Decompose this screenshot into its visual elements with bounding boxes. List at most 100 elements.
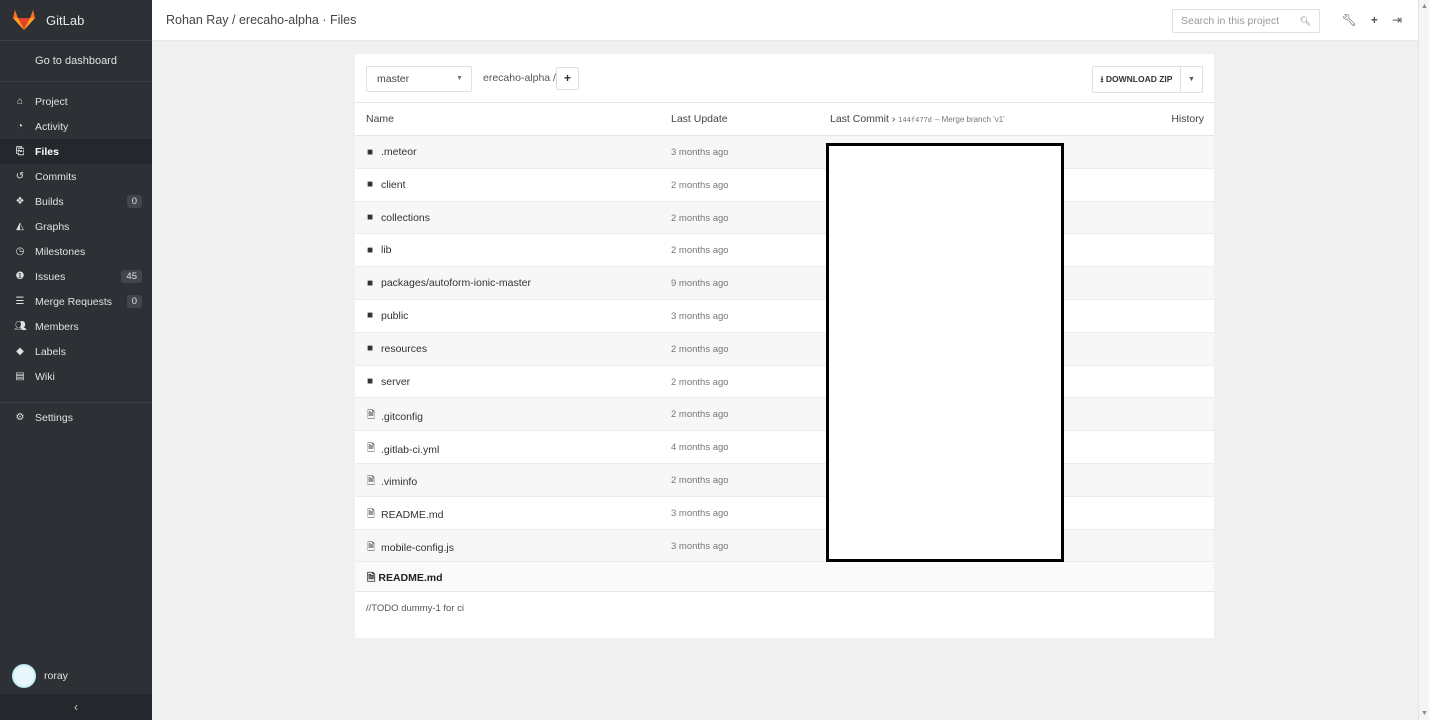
- file-list: ■ .meteor 3 months ago ■ client 2 months ago ■…: [355, 136, 1214, 563]
- sidebar-nav: ⌂ Project ◔ Activity ⎘ Files ↺ Commits ❖ Builds 0 ◭…: [0, 82, 152, 430]
- readme-content: //TODO dummy-1 for ci: [366, 603, 465, 615]
- folder-link[interactable]: ■ lib: [367, 244, 392, 256]
- history-link[interactable]: History: [1171, 113, 1204, 125]
- search-input[interactable]: Search in this project 🔍︎: [1172, 9, 1320, 33]
- folder-link[interactable]: ■ .meteor: [367, 146, 417, 158]
- table-header: Name Last Update Last Commit › 144f477d …: [355, 103, 1214, 136]
- table-row: ■ collections 2 months ago: [355, 201, 1214, 235]
- sidebar-item-wiki[interactable]: ▤ Wiki: [0, 364, 152, 389]
- commit-hash-link[interactable]: 144f477d: [898, 116, 932, 124]
- folder-link[interactable]: ■ resources: [367, 343, 427, 355]
- sidebar-item-builds[interactable]: ❖ Builds 0: [0, 189, 152, 214]
- book-icon: ▤: [15, 371, 25, 382]
- tasks-icon: ☰: [15, 296, 25, 307]
- sign-out-icon[interactable]: ⇥: [1392, 13, 1402, 27]
- scrollbar[interactable]: ▲ ▼: [1418, 0, 1429, 720]
- file-link[interactable]: 🗎︎ .gitconfig: [367, 408, 423, 425]
- col-name: Name: [366, 113, 395, 125]
- sidebar-item-label: Wiki: [35, 370, 55, 383]
- download-icon: ⭳: [1100, 74, 1104, 84]
- file-link[interactable]: 🗎︎ README.md: [367, 507, 443, 524]
- collapse-sidebar-button[interactable]: ‹: [0, 694, 152, 720]
- last-update-date: 2 months ago: [671, 245, 729, 257]
- scroll-up-icon[interactable]: ▲: [1421, 3, 1428, 10]
- sidebar-item-label: Project: [35, 95, 68, 108]
- file-link[interactable]: 🗎︎ mobile-config.js: [367, 540, 454, 557]
- path-breadcrumb[interactable]: erecaho-alpha /: [483, 72, 556, 84]
- last-update-date: 2 months ago: [671, 376, 729, 388]
- sidebar-item-project[interactable]: ⌂ Project: [0, 89, 152, 114]
- chevron-down-icon: ▼: [456, 75, 463, 82]
- folder-icon: ■: [367, 310, 374, 322]
- search-placeholder: Search in this project: [1181, 15, 1280, 27]
- last-commit-label: Last Commit: [830, 113, 889, 125]
- users-icon: 👥︎: [14, 321, 27, 332]
- download-options-button[interactable]: ▼: [1181, 66, 1203, 93]
- download-label: DOWNLOAD ZIP: [1105, 74, 1173, 84]
- scroll-down-icon[interactable]: ▼: [1421, 710, 1428, 717]
- go-to-dashboard-link[interactable]: Go to dashboard: [0, 41, 152, 82]
- file-name: collections: [381, 211, 431, 224]
- tags-icon: ◆: [16, 346, 24, 357]
- file-name: packages/autoform-ionic-master: [381, 277, 531, 290]
- count-badge: 45: [121, 270, 142, 283]
- branch-name: master: [377, 73, 410, 85]
- brand[interactable]: GitLab: [0, 0, 152, 41]
- folder-link[interactable]: ■ collections: [367, 212, 430, 224]
- count-badge: 0: [126, 195, 142, 208]
- wrench-icon[interactable]: 🔧︎: [1342, 13, 1357, 27]
- user-profile[interactable]: roray: [12, 664, 68, 688]
- col-last-update: Last Update: [671, 113, 728, 125]
- sidebar-item-merge-requests[interactable]: ☰ Merge Requests 0: [0, 289, 152, 314]
- file-icon: 🗎︎: [367, 443, 376, 455]
- sidebar-item-milestones[interactable]: ◷ Milestones: [0, 239, 152, 264]
- sidebar-item-label: Members: [35, 320, 79, 333]
- sidebar-item-label: Files: [35, 145, 59, 158]
- download-zip-button[interactable]: ⭳ DOWNLOAD ZIP: [1092, 66, 1181, 93]
- exclamation-circle-icon: ❶: [15, 271, 25, 282]
- sidebar-item-graphs[interactable]: ◭ Graphs: [0, 214, 152, 239]
- sidebar-item-label: Commits: [35, 170, 77, 183]
- sidebar-item-label: Issues: [35, 270, 66, 283]
- table-row: ■ packages/autoform-ionic-master 9 months …: [355, 267, 1214, 300]
- folder-icon: ■: [367, 343, 374, 355]
- file-icon: 🗎︎: [367, 508, 376, 520]
- table-row: ■ server 2 months ago: [355, 366, 1214, 399]
- sidebar-item-files[interactable]: ⎘ Files: [0, 139, 152, 164]
- clock-icon: ◷: [15, 246, 25, 257]
- last-update-date: 2 months ago: [671, 212, 729, 224]
- file-link[interactable]: 🗎︎ .viminfo: [367, 474, 417, 491]
- history-icon: ↺: [15, 171, 25, 182]
- sidebar-item-labels[interactable]: ◆ Labels: [0, 339, 152, 364]
- table-row: ■ .meteor 3 months ago: [355, 136, 1214, 169]
- folder-link[interactable]: ■ server: [367, 376, 410, 388]
- sidebar-item-activity[interactable]: ◔ Activity: [0, 114, 152, 139]
- files-panel: master ▼ erecaho-alpha / + ⭳ DOWNLOAD ZI…: [355, 54, 1214, 638]
- last-update-date: 3 months ago: [671, 507, 729, 519]
- last-update-date: 2 months ago: [671, 409, 729, 421]
- sidebar: GitLab Go to dashboard ⌂ Project ◔ Activity…: [0, 0, 152, 720]
- folder-link[interactable]: ■ public: [367, 310, 408, 322]
- folder-link[interactable]: ■ client: [367, 179, 406, 191]
- col-last-commit: Last Commit › 144f477d – Merge branch 'v…: [830, 113, 1005, 125]
- file-name: public: [381, 309, 409, 322]
- search-icon: 🔍︎: [1299, 16, 1311, 26]
- branch-select[interactable]: master ▼: [366, 66, 472, 92]
- file-link[interactable]: 🗎︎ .gitlab-ci.yml: [367, 441, 439, 458]
- sidebar-item-members[interactable]: 👥︎ Members: [0, 314, 152, 339]
- redaction-box: [826, 143, 1064, 562]
- sidebar-item-issues[interactable]: ❶ Issues 45: [0, 264, 152, 289]
- sidebar-item-settings[interactable]: ⚙ Settings: [0, 405, 152, 430]
- sidebar-item-commits[interactable]: ↺ Commits: [0, 164, 152, 189]
- folder-icon: ■: [367, 212, 374, 224]
- readme-header: 🗎︎ README.md: [355, 562, 1214, 593]
- plus-icon[interactable]: +: [1371, 13, 1378, 27]
- gitlab-logo-icon: [13, 10, 35, 30]
- readme-title[interactable]: 🗎︎ README.md: [367, 570, 443, 588]
- file-name: mobile-config.js: [381, 542, 454, 555]
- add-file-button[interactable]: +: [556, 67, 579, 90]
- last-update-date: 3 months ago: [671, 540, 729, 552]
- cogs-icon: ⚙: [15, 412, 25, 423]
- folder-link[interactable]: ■ packages/autoform-ionic-master: [367, 277, 531, 289]
- table-row: 🗎︎ mobile-config.js 3 months ago: [355, 529, 1214, 563]
